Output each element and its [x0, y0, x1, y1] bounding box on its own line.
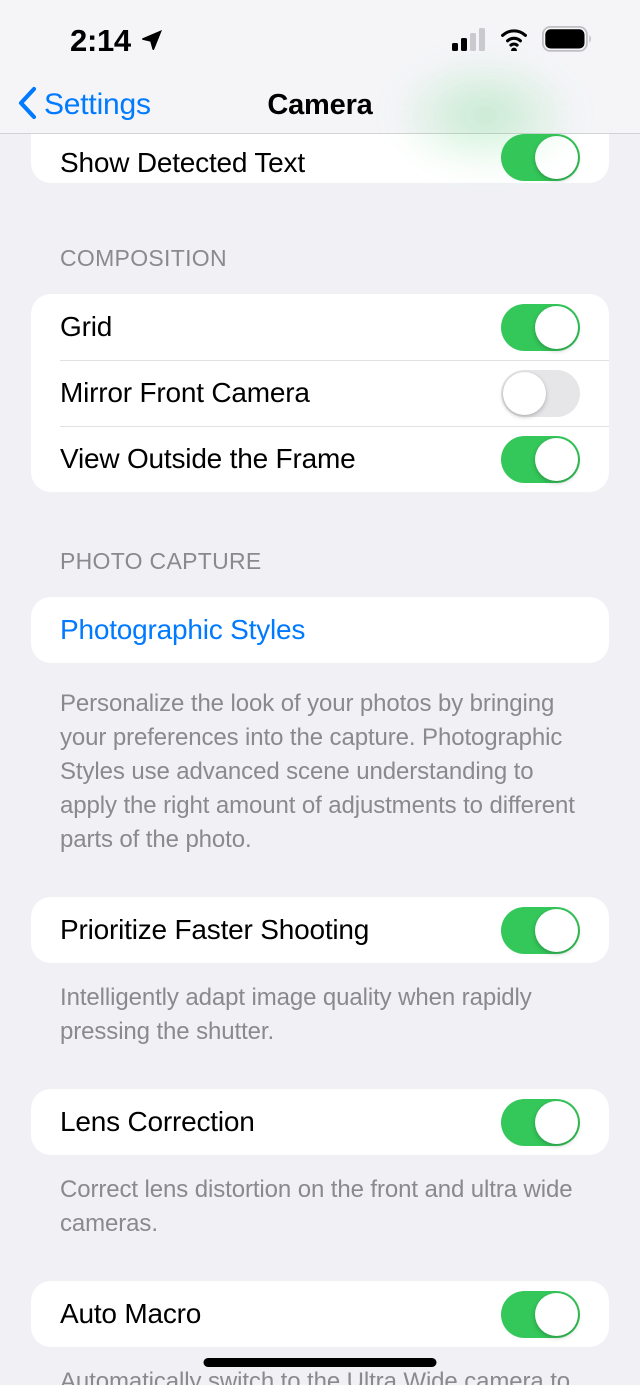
toggle-knob — [535, 1101, 578, 1144]
row-mirror-front-camera[interactable]: Mirror Front Camera — [31, 360, 609, 426]
settings-scroll-area[interactable]: Show Detected Text COMPOSITION Grid — [0, 0, 640, 1385]
row-auto-macro[interactable]: Auto Macro — [31, 1281, 609, 1347]
toggle-knob — [503, 372, 546, 415]
toggle-knob — [535, 306, 578, 349]
row-view-outside-the-frame[interactable]: View Outside the Frame — [31, 426, 609, 492]
toggle-prioritize-faster-shooting[interactable] — [501, 907, 580, 954]
section-card-prioritize-faster-shooting: Prioritize Faster Shooting — [31, 897, 609, 963]
back-button-label: Settings — [44, 88, 151, 122]
navigation-bar-row: Settings Camera — [0, 76, 640, 134]
row-label: View Outside the Frame — [60, 426, 355, 492]
row-label: Mirror Front Camera — [60, 360, 310, 426]
back-button[interactable]: Settings — [17, 86, 151, 125]
section-header-composition: COMPOSITION — [0, 245, 640, 272]
section-card-composition: Grid Mirror Front Camera View Outside th… — [31, 294, 609, 492]
section-card-lens-correction: Lens Correction — [31, 1089, 609, 1155]
row-label: Lens Correction — [60, 1089, 255, 1155]
section-card-photographic-styles: Photographic Styles — [31, 597, 609, 663]
navigation-bar: Settings Camera — [0, 0, 640, 134]
row-label: Prioritize Faster Shooting — [60, 897, 369, 963]
toggle-grid[interactable] — [501, 304, 580, 351]
toggle-show-detected-text[interactable] — [501, 134, 580, 181]
toggle-knob — [535, 438, 578, 481]
toggle-auto-macro[interactable] — [501, 1291, 580, 1338]
section-card-auto-macro: Auto Macro — [31, 1281, 609, 1347]
row-label: Show Detected Text — [60, 134, 305, 183]
home-indicator[interactable] — [204, 1358, 437, 1367]
row-label: Grid — [60, 294, 112, 360]
row-label: Photographic Styles — [60, 597, 305, 663]
toggle-knob — [535, 909, 578, 952]
row-photographic-styles[interactable]: Photographic Styles — [31, 597, 609, 663]
row-show-detected-text[interactable]: Show Detected Text — [31, 134, 609, 183]
row-prioritize-faster-shooting[interactable]: Prioritize Faster Shooting — [31, 897, 609, 963]
camera-settings-screen: Show Detected Text COMPOSITION Grid — [0, 0, 640, 1385]
chevron-left-icon — [17, 86, 37, 125]
toggle-mirror-front-camera[interactable] — [501, 370, 580, 417]
section-footer-prioritize-faster-shooting: Intelligently adapt image quality when r… — [0, 981, 640, 1049]
toggle-knob — [535, 1293, 578, 1336]
section-card-detected-text: Show Detected Text — [31, 134, 609, 183]
row-lens-correction[interactable]: Lens Correction — [31, 1089, 609, 1155]
settings-list: Show Detected Text COMPOSITION Grid — [0, 134, 640, 1385]
section-footer-auto-macro: Automatically switch to the Ultra Wide c… — [0, 1365, 640, 1385]
toggle-view-outside-the-frame[interactable] — [501, 436, 580, 483]
section-footer-lens-correction: Correct lens distortion on the front and… — [0, 1173, 640, 1241]
toggle-lens-correction[interactable] — [501, 1099, 580, 1146]
row-label: Auto Macro — [60, 1281, 201, 1347]
section-header-photo-capture: PHOTO CAPTURE — [0, 548, 640, 575]
toggle-knob — [535, 136, 578, 179]
section-footer-photographic-styles: Personalize the look of your photos by b… — [0, 687, 640, 857]
row-grid[interactable]: Grid — [31, 294, 609, 360]
